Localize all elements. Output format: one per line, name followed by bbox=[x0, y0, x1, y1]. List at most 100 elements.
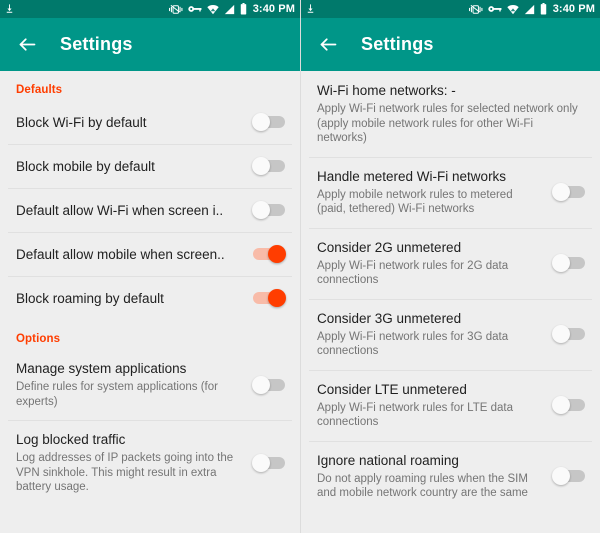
right-screen: 3:40 PM Settings Wi-Fi home networks: - … bbox=[300, 0, 600, 533]
row-text: Wi-Fi home networks: - Apply Wi-Fi netwo… bbox=[317, 82, 586, 146]
row-subtitle: Apply mobile network rules to metered (p… bbox=[317, 188, 513, 216]
vibrate-mute-icon bbox=[168, 4, 183, 14]
setting-row-manage-system-applications[interactable]: Manage system applications Define rules … bbox=[0, 349, 300, 420]
page-title: Settings bbox=[60, 34, 133, 54]
left-settings-list: Defaults Block Wi-Fi by default Block mo… bbox=[0, 71, 300, 506]
row-text: Manage system applications Define rules … bbox=[16, 360, 252, 409]
status-bar-left-icons bbox=[305, 3, 316, 15]
switch-thumb bbox=[552, 183, 570, 201]
app-bar: Settings bbox=[301, 18, 600, 71]
switch-thumb bbox=[252, 201, 270, 219]
switch-thumb bbox=[552, 396, 570, 414]
toggle-default-allow-wifi-screen-on[interactable] bbox=[252, 199, 286, 221]
battery-icon bbox=[240, 3, 246, 15]
vpn-key-icon bbox=[188, 6, 202, 12]
status-bar-clock: 3:40 PM bbox=[552, 2, 595, 15]
switch-thumb bbox=[552, 325, 570, 343]
row-subtitle: Define rules for system applications (fo… bbox=[16, 381, 218, 408]
toggle-block-roaming-default[interactable] bbox=[252, 287, 286, 309]
row-text: Handle metered Wi-Fi networks Apply mobi… bbox=[317, 168, 552, 217]
setting-row-block-roaming-default[interactable]: Block roaming by default bbox=[0, 276, 300, 320]
toggle-handle-metered-wifi[interactable] bbox=[552, 181, 586, 203]
row-title: Consider 3G unmetered bbox=[317, 310, 462, 326]
switch-thumb bbox=[268, 289, 286, 307]
back-button[interactable] bbox=[14, 32, 40, 58]
toggle-consider-3g-unmetered[interactable] bbox=[552, 323, 586, 345]
toggle-ignore-national-roaming[interactable] bbox=[552, 465, 586, 487]
row-subtitle: Log addresses of IP packets going into t… bbox=[16, 452, 234, 493]
row-text: Consider 2G unmetered Apply Wi-Fi networ… bbox=[317, 239, 552, 288]
setting-row-consider-3g-unmetered[interactable]: Consider 3G unmetered Apply Wi-Fi networ… bbox=[301, 298, 600, 370]
toggle-consider-lte-unmetered[interactable] bbox=[552, 394, 586, 416]
switch-thumb bbox=[252, 375, 270, 394]
screenshot-root: 3:40 PM Settings Defaults Block Wi-Fi by… bbox=[0, 0, 600, 533]
row-subtitle: Apply Wi-Fi network rules for selected n… bbox=[317, 103, 578, 144]
setting-row-consider-2g-unmetered[interactable]: Consider 2G unmetered Apply Wi-Fi networ… bbox=[301, 227, 600, 299]
row-text: Block roaming by default bbox=[16, 290, 252, 307]
row-text: Block mobile by default bbox=[16, 158, 252, 175]
signal-icon bbox=[224, 4, 234, 14]
toggle-manage-system-applications[interactable] bbox=[252, 374, 286, 396]
row-subtitle: Apply Wi-Fi network rules for 2G data co… bbox=[317, 259, 509, 287]
status-bar: 3:40 PM bbox=[0, 0, 300, 18]
app-bar: Settings bbox=[0, 18, 300, 71]
toggle-block-wifi-default[interactable] bbox=[252, 111, 286, 133]
arrow-back-icon bbox=[19, 38, 35, 51]
row-title: Default allow Wi-Fi when screen i.. bbox=[16, 202, 224, 218]
row-title: Block mobile by default bbox=[16, 158, 155, 174]
download-icon bbox=[307, 4, 314, 13]
row-title: Log blocked traffic bbox=[16, 432, 126, 447]
row-subtitle: Apply Wi-Fi network rules for 3G data co… bbox=[317, 330, 509, 358]
setting-row-default-allow-wifi-screen-on[interactable]: Default allow Wi-Fi when screen i.. bbox=[0, 188, 300, 232]
toggle-block-mobile-default[interactable] bbox=[252, 155, 286, 177]
switch-thumb bbox=[268, 245, 286, 263]
row-title: Wi-Fi home networks: - bbox=[317, 83, 456, 98]
toggle-default-allow-mobile-screen-on[interactable] bbox=[252, 243, 286, 265]
status-bar-right-icons: 3:40 PM bbox=[168, 2, 295, 15]
setting-row-log-blocked-traffic[interactable]: Log blocked traffic Log addresses of IP … bbox=[0, 420, 300, 506]
vpn-key-icon bbox=[488, 6, 502, 12]
arrow-back-icon bbox=[320, 38, 336, 51]
row-title: Block roaming by default bbox=[16, 290, 164, 306]
row-text: Block Wi-Fi by default bbox=[16, 114, 252, 131]
toggle-log-blocked-traffic[interactable] bbox=[252, 452, 286, 474]
switch-thumb bbox=[552, 467, 570, 485]
setting-row-block-wifi-default[interactable]: Block Wi-Fi by default bbox=[0, 100, 300, 144]
signal-icon bbox=[524, 4, 534, 14]
setting-row-default-allow-mobile-screen-on[interactable]: Default allow mobile when screen.. bbox=[0, 232, 300, 276]
row-text: Default allow mobile when screen.. bbox=[16, 246, 252, 263]
row-subtitle: Apply Wi-Fi network rules for LTE data c… bbox=[317, 401, 513, 429]
setting-row-wifi-home-networks[interactable]: Wi-Fi home networks: - Apply Wi-Fi netwo… bbox=[301, 71, 600, 157]
status-bar-right-icons: 3:40 PM bbox=[468, 2, 595, 15]
toggle-consider-2g-unmetered[interactable] bbox=[552, 252, 586, 274]
row-title: Manage system applications bbox=[16, 361, 187, 376]
row-title: Consider 2G unmetered bbox=[317, 239, 462, 255]
switch-thumb bbox=[252, 453, 270, 472]
switch-thumb bbox=[252, 157, 270, 175]
setting-row-consider-lte-unmetered[interactable]: Consider LTE unmetered Apply Wi-Fi netwo… bbox=[301, 369, 600, 441]
section-header-options: Options bbox=[16, 333, 61, 345]
section-header-defaults: Defaults bbox=[16, 84, 63, 96]
wifi-icon bbox=[507, 4, 519, 14]
row-text: Default allow Wi-Fi when screen i.. bbox=[16, 202, 252, 219]
page-title: Settings bbox=[361, 34, 434, 54]
back-button[interactable] bbox=[315, 32, 341, 58]
row-title: Consider LTE unmetered bbox=[317, 381, 467, 397]
switch-thumb bbox=[252, 113, 270, 131]
status-bar-clock: 3:40 PM bbox=[252, 2, 295, 15]
row-text: Consider LTE unmetered Apply Wi-Fi netwo… bbox=[317, 381, 552, 430]
row-title: Handle metered Wi-Fi networks bbox=[317, 168, 507, 184]
left-screen: 3:40 PM Settings Defaults Block Wi-Fi by… bbox=[0, 0, 300, 533]
status-bar-left-icons bbox=[4, 3, 15, 15]
row-text: Ignore national roaming Do not apply roa… bbox=[317, 452, 552, 501]
wifi-icon bbox=[207, 4, 219, 14]
setting-row-ignore-national-roaming[interactable]: Ignore national roaming Do not apply roa… bbox=[301, 440, 600, 512]
setting-row-block-mobile-default[interactable]: Block mobile by default bbox=[0, 144, 300, 188]
switch-thumb bbox=[552, 254, 570, 272]
row-subtitle: Do not apply roaming rules when the SIM … bbox=[317, 472, 528, 500]
setting-row-handle-metered-wifi[interactable]: Handle metered Wi-Fi networks Apply mobi… bbox=[301, 156, 600, 228]
row-text: Log blocked traffic Log addresses of IP … bbox=[16, 431, 252, 495]
row-title: Ignore national roaming bbox=[317, 452, 459, 468]
download-icon bbox=[6, 4, 13, 13]
row-title: Default allow mobile when screen.. bbox=[16, 246, 225, 262]
